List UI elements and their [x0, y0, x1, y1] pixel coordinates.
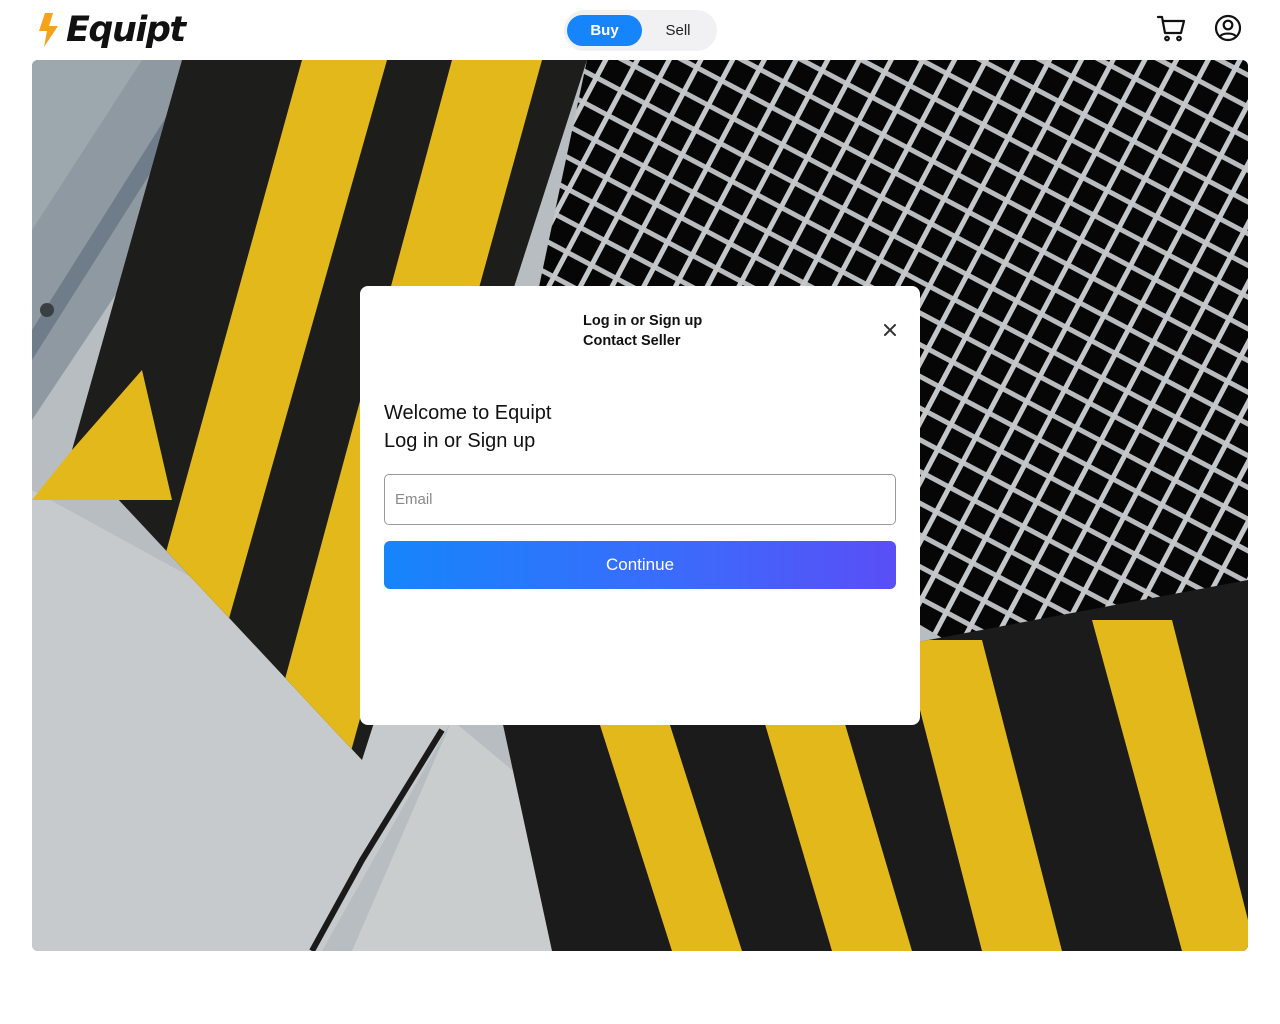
account-button[interactable] [1212, 12, 1244, 44]
welcome-line: Welcome to Equipt [384, 402, 552, 424]
sell-tab[interactable]: Sell [642, 15, 714, 46]
buy-tab[interactable]: Buy [567, 15, 642, 46]
cart-button[interactable] [1155, 12, 1187, 44]
close-icon [884, 324, 896, 336]
cart-icon [1156, 15, 1186, 42]
welcome-text: Welcome to Equipt Log in or Sign up [384, 399, 552, 455]
buy-sell-toggle: Buy Sell [564, 10, 717, 51]
modal-heading-login: Log in or Sign up [583, 313, 703, 329]
login-signup-line: Log in or Sign up [384, 430, 536, 452]
brand-name: Equipt [66, 10, 186, 50]
brand-logo[interactable]: Equipt [38, 10, 186, 50]
top-bar: Equipt Buy Sell [0, 0, 1280, 60]
account-icon [1214, 14, 1242, 42]
modal-heading-contact: Contact Seller [583, 333, 681, 349]
modal-heading: Log in or Sign up Contact Seller [583, 311, 702, 351]
login-modal: Log in or Sign up Contact Seller Welcome… [360, 286, 920, 725]
continue-button[interactable]: Continue [384, 541, 896, 589]
close-button[interactable] [879, 319, 901, 341]
email-input[interactable] [384, 474, 896, 525]
lightning-bolt-icon [39, 13, 58, 47]
